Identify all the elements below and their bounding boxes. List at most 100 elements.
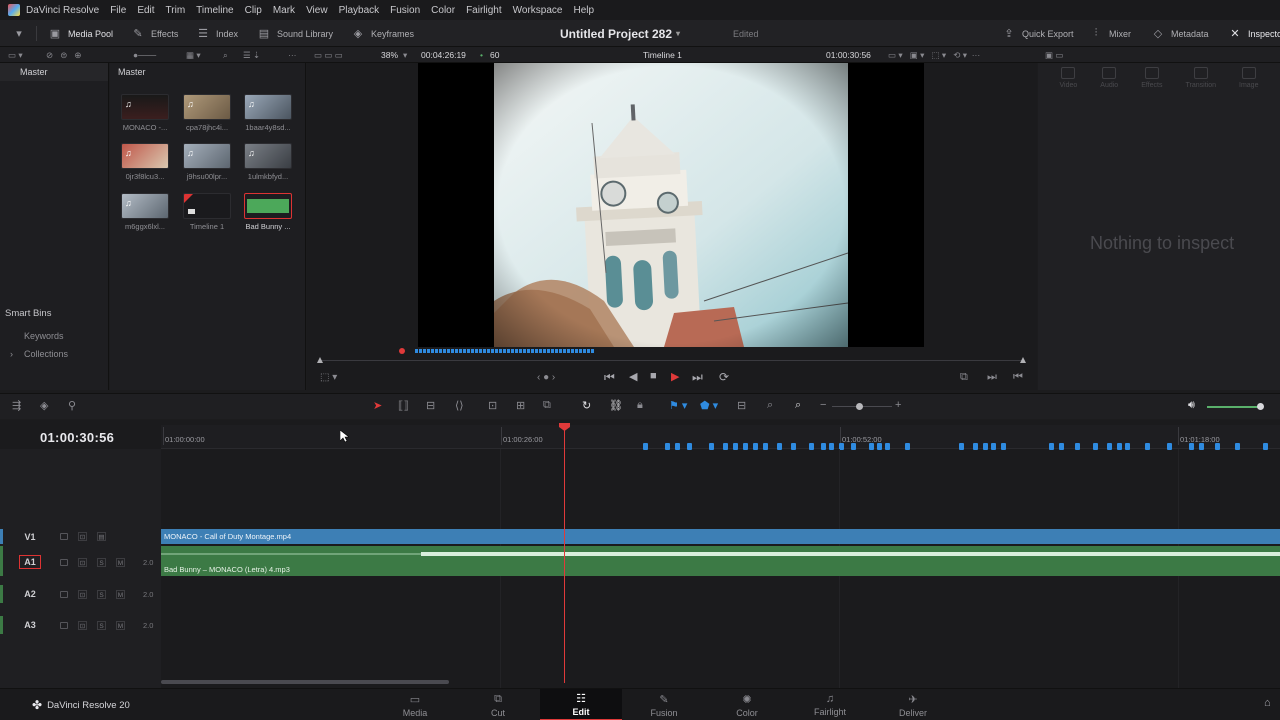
video-clip[interactable]: MONACO - Call of Duty Montage.mp4 — [161, 529, 1280, 544]
effects-button[interactable]: ✎ Effects — [131, 20, 178, 47]
page-deliver[interactable]: ✈ Deliver — [872, 689, 954, 720]
timeline-name[interactable]: Timeline 1 — [643, 47, 682, 63]
bin-options-icons[interactable]: ⊘ ⊜ ⊕ — [46, 47, 82, 63]
page-fusion[interactable]: ✎ Fusion — [623, 689, 705, 720]
match-frame-icon[interactable]: ⧉ — [960, 371, 968, 384]
keyframes-button[interactable]: ◈ Keyframes — [351, 20, 414, 47]
page-color[interactable]: ✺ Color — [706, 689, 788, 720]
lock-track-icon[interactable] — [60, 533, 68, 540]
menu-help[interactable]: Help — [573, 5, 594, 16]
media-clip[interactable]: ♫ 0jr3f8lcu3... — [120, 143, 170, 181]
smart-bin-collections[interactable]: Collections — [24, 349, 68, 359]
play-reverse-icon[interactable]: ◀ — [629, 370, 637, 383]
viewer-options-icons[interactable]: ▭ ▾ ▣ ▾ ⬚ ▾ ⟲ ▾ ··· — [888, 47, 980, 63]
media-clip-selected[interactable]: Bad Bunny ... — [243, 193, 293, 231]
media-pool-button[interactable]: ▣ Media Pool — [48, 20, 113, 47]
panel-layout-icon[interactable]: ▭ ▾ — [8, 47, 23, 63]
viewer-playhead[interactable] — [399, 348, 405, 354]
replace-clip-icon[interactable]: ⧉ — [543, 399, 551, 412]
tab-video[interactable]: Video — [1060, 67, 1077, 101]
more-options-icon[interactable]: ··· — [288, 47, 297, 63]
audio-clip[interactable]: Bad Bunny – MONACO (Letra) 4.mp3 — [161, 546, 1280, 576]
solo-button[interactable]: S — [97, 620, 106, 630]
skip-to-end-icon[interactable]: ⏭ — [692, 370, 703, 385]
thumbnail-size-slider[interactable]: ●─── — [133, 47, 156, 63]
chevron-right-icon[interactable]: › — [10, 349, 13, 359]
voiceover-mic-icon[interactable]: ⚲ — [68, 399, 76, 412]
linked-selection-icon[interactable]: ⛓ — [609, 399, 623, 412]
zoom-in-icon[interactable]: + — [895, 399, 901, 411]
mute-button[interactable]: M — [116, 620, 125, 630]
zoom-custom-icon[interactable]: ⌕ — [795, 399, 801, 412]
menu-edit[interactable]: Edit — [137, 5, 154, 16]
previous-edit-icon[interactable]: ⏮ — [1013, 371, 1023, 384]
auto-select-icon[interactable]: ⊡ — [78, 620, 87, 630]
lock-track-icon[interactable] — [60, 590, 68, 598]
media-clip[interactable]: ♫ 1baar4y8sd... — [243, 94, 293, 132]
tab-effects[interactable]: Effects — [1141, 67, 1163, 101]
quick-export-button[interactable]: ⇪ Quick Export — [1002, 20, 1073, 47]
master-bin[interactable]: Master — [0, 63, 108, 81]
volume-slider-handle[interactable] — [1257, 403, 1264, 410]
menu-mark[interactable]: Mark — [273, 5, 295, 16]
inspector-button[interactable]: ✕ Inspector — [1228, 20, 1280, 47]
solo-button[interactable]: S — [97, 589, 106, 599]
audio-meter-icon[interactable]: ◈ — [40, 399, 48, 412]
zoom-full-icon[interactable]: ⊟ — [737, 399, 746, 412]
mixer-button[interactable]: ⫶ Mixer — [1089, 20, 1131, 47]
menu-trim[interactable]: Trim — [166, 5, 186, 16]
tab-transition[interactable]: Transition — [1186, 67, 1216, 101]
chevron-down-icon[interactable]: ▾ — [403, 47, 407, 63]
blade-tool-icon[interactable]: ⊟ — [426, 399, 435, 412]
media-clip[interactable]: ♫ j9hsu00lpr... — [182, 143, 232, 181]
media-clip[interactable]: ♫ m6ggx6lxl... — [120, 193, 170, 231]
trim-tool-icon[interactable]: ⟦⟧ — [398, 399, 409, 412]
timeline-playhead[interactable] — [564, 425, 565, 683]
playhead-handle-icon[interactable] — [559, 423, 570, 431]
mute-button[interactable]: M — [116, 557, 125, 567]
page-cut[interactable]: ⧉ Cut — [457, 689, 539, 720]
volume-slider-track[interactable] — [1207, 406, 1261, 408]
viewer-mode-icons[interactable]: ▭ ▭ ▭ — [314, 47, 343, 63]
zoom-detail-icon[interactable]: ⌕ — [767, 399, 773, 412]
track-visibility-icon[interactable]: ▤ — [97, 532, 106, 541]
selection-tool-icon[interactable]: ➤ — [373, 399, 382, 412]
tab-audio[interactable]: Audio — [1100, 67, 1118, 101]
page-edit[interactable]: ☷ Edit — [540, 689, 622, 720]
timeline-item[interactable]: Timeline 1 — [182, 193, 232, 231]
stop-icon[interactable]: ■ — [650, 370, 657, 382]
menu-clip[interactable]: Clip — [245, 5, 262, 16]
skip-to-start-icon[interactable]: ⏮ — [604, 370, 615, 385]
timeline-scrollbar[interactable] — [161, 680, 449, 684]
sound-library-button[interactable]: ▤ Sound Library — [257, 20, 333, 47]
jog-control[interactable]: ‹ ● › — [537, 372, 555, 383]
media-clip[interactable]: ♫ MONACO -... — [120, 94, 170, 132]
overwrite-clip-icon[interactable]: ⊞ — [516, 399, 525, 412]
track-options-icon[interactable]: ⇶ — [12, 399, 21, 412]
dynamic-trim-icon[interactable]: ⟨⟩ — [455, 399, 464, 412]
sort-icon[interactable]: ☰ ⇣ — [243, 47, 260, 63]
menu-davinci[interactable]: DaVinci Resolve — [26, 5, 99, 16]
track-header-a2[interactable]: A2 ⊡ S M 2.0 — [0, 585, 161, 603]
menu-color[interactable]: Color — [431, 5, 455, 16]
menu-workspace[interactable]: Workspace — [513, 5, 563, 16]
layout-toggle-button[interactable]: ▾ — [12, 20, 32, 47]
index-button[interactable]: ☰ Index — [196, 20, 238, 47]
play-icon[interactable]: ▶ — [671, 370, 679, 383]
lock-track-icon[interactable] — [60, 621, 68, 629]
tab-image[interactable]: Image — [1239, 67, 1258, 101]
zoom-out-icon[interactable]: − — [820, 399, 826, 411]
metadata-button[interactable]: ◇ Metadata — [1151, 20, 1209, 47]
track-header-a3[interactable]: A3 ⊡ S M 2.0 — [0, 616, 161, 634]
menu-fairlight[interactable]: Fairlight — [466, 5, 502, 16]
page-media[interactable]: ▭ Media — [374, 689, 456, 720]
volume-icon[interactable]: 🔊︎ — [1188, 399, 1195, 412]
mute-button[interactable]: M — [116, 589, 125, 599]
crop-tool-icon[interactable]: ⬚ ▾ — [320, 372, 337, 383]
solo-button[interactable]: S — [97, 557, 106, 567]
zoom-level[interactable]: 38% — [381, 47, 398, 63]
loop-icon[interactable]: ⟳ — [719, 370, 729, 384]
project-title[interactable]: Untitled Project 282 ▾ — [560, 20, 680, 47]
menu-playback[interactable]: Playback — [339, 5, 380, 16]
media-clip[interactable]: ♫ 1ulmkbfyd... — [243, 143, 293, 181]
